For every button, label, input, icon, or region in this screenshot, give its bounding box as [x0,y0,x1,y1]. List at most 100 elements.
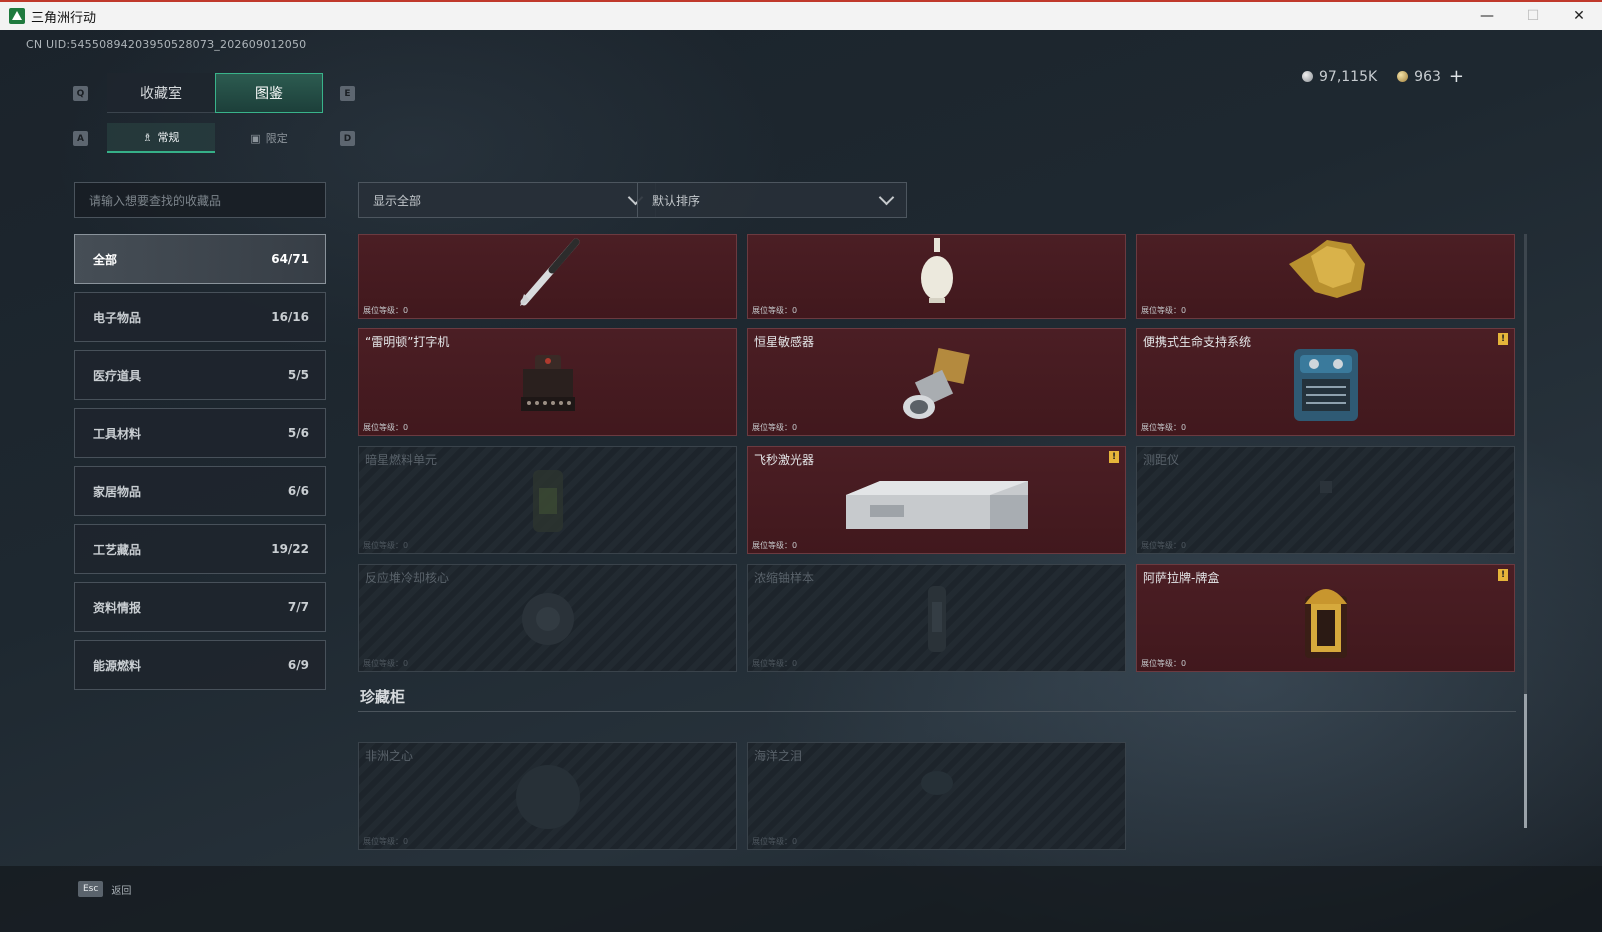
game-surface: CN UID:5455089420395052807З_202609012050… [0,30,1602,932]
subtab-limited[interactable]: ▣ 限定 [215,123,323,153]
category-electronics[interactable]: 电子物品 16/16 [74,292,326,342]
app-logo-icon [9,8,25,24]
collection-card[interactable]: 飞秒激光器 ! 展位等级：0 [747,446,1126,554]
gold-currency: 963 + [1397,66,1464,87]
silver-amount: 97,115K [1319,68,1378,85]
add-currency-button[interactable]: + [1449,66,1464,87]
gold-coin-icon [1397,71,1409,82]
card-name: 浓缩铀样本 [754,571,815,585]
back-button-label: 返回 [111,885,132,897]
showcase-section-title: 珍藏柜 [360,688,406,706]
minimize-button[interactable]: — [1464,2,1510,30]
back-button[interactable]: Esc 返回 [78,881,131,897]
star-sensor-item-icon [902,348,970,419]
window-controls: — ☐ ✕ [1464,2,1602,30]
category-intel[interactable]: 资料情报 7/7 [74,582,326,632]
collection-card[interactable]: 便携式生命支持系统 ! 展位等级：0 [1136,328,1515,436]
category-count: 7/7 [287,600,309,614]
sort-dropdown-value: 默认排序 [652,193,701,208]
subtab-next-key-hint: D [340,131,355,146]
tab-codex[interactable]: 图鉴 [215,73,323,113]
collection-card[interactable]: 阿萨拉牌-牌盒 ! 展位等级：0 [1136,564,1515,672]
category-list: 全部 64/71 电子物品 16/16 医疗道具 5/5 工具材料 5/6 家居… [74,234,326,698]
uranium-sample-item-icon [927,586,946,652]
collection-card[interactable]: 展位等级：0 [358,234,737,319]
image-icon: ▣ [250,131,261,145]
card-level: 展位等级：0 [363,659,409,668]
window-title: 三角洲行动 [31,10,97,26]
category-household[interactable]: 家居物品 6/6 [74,466,326,516]
tab-collection-room[interactable]: 收藏室 [107,73,215,113]
category-label: 全部 [93,252,118,267]
grid-scrollbar[interactable] [1524,234,1527,828]
collection-card[interactable]: 展位等级：0 [747,234,1126,319]
category-label: 工艺藏品 [93,542,142,557]
currency-bar: 97,115K 963 + [1302,66,1464,87]
category-label: 资料情报 [93,600,142,615]
collection-card[interactable]: 反应堆冷却核心 展位等级：0 [358,564,737,672]
category-energy[interactable]: 能源燃料 6/9 [74,640,326,690]
chevron-down-icon [878,189,895,205]
card-name: 恒星敏感器 [754,335,815,349]
typewriter-item-icon [520,355,575,411]
category-count: 19/22 [271,542,309,556]
subtab-regular[interactable]: ♗ 常规 [107,123,215,153]
card-name: 反应堆冷却核心 [365,571,450,585]
scrollbar-thumb[interactable] [1524,694,1527,828]
life-support-item-icon [1293,349,1358,421]
sort-dropdown[interactable]: 默认排序 [637,182,907,218]
card-name: “雷明顿”打字机 [365,335,450,349]
filter-dropdown[interactable]: 显示全部 [358,182,656,218]
card-level: 展位等级：0 [752,423,798,432]
card-name: 测距仪 [1143,453,1180,467]
figure-icon: ♗ [142,130,153,144]
category-crafts[interactable]: 工艺藏品 19/22 [74,524,326,574]
vase-item-icon [920,238,953,303]
category-count: 64/71 [271,252,309,266]
reactor-core-item-icon [521,593,574,645]
player-uid: CN UID:5455089420395052807З_202609012050 [26,38,307,51]
category-tools[interactable]: 工具材料 5/6 [74,408,326,458]
collection-card[interactable]: 展位等级：0 [1136,234,1515,319]
collection-card[interactable]: 暗星燃料单元 展位等级：0 [358,446,737,554]
card-level: 展位等级：0 [363,306,409,315]
collection-grid: 展位等级：0 展位等级：0 展位等级：0 “雷明顿”打字机 展位等级：0 恒星敏… [358,234,1520,878]
collection-card[interactable]: 海洋之泪 展位等级：0 [747,742,1126,850]
window-titlebar: 三角洲行动 — ☐ ✕ [0,0,1602,30]
category-label: 电子物品 [93,310,142,325]
collection-card[interactable]: “雷明顿”打字机 展位等级：0 [358,328,737,436]
card-level: 展位等级：0 [1141,306,1187,315]
pen-item-icon [519,238,579,306]
silver-coin-icon [1302,71,1313,82]
category-count: 6/6 [287,484,309,498]
card-level: 展位等级：0 [752,837,798,846]
card-name: 非洲之心 [365,749,414,763]
gold-amount: 963 [1414,68,1441,85]
close-button[interactable]: ✕ [1556,2,1602,30]
collection-card[interactable]: 测距仪 展位等级：0 [1136,446,1515,554]
ocean-tear-item-icon [920,771,953,795]
silver-currency: 97,115K [1302,69,1377,85]
collection-card[interactable]: 非洲之心 展位等级：0 [358,742,737,850]
card-name: 飞秒激光器 [754,453,815,467]
card-name: 暗星燃料单元 [365,453,438,467]
category-label: 能源燃料 [93,658,142,673]
maximize-button[interactable]: ☐ [1510,2,1556,30]
collection-card[interactable]: 恒星敏感器 展位等级：0 [747,328,1126,436]
africa-heart-item-icon [515,765,580,829]
search-input[interactable]: 请输入想要查找的收藏品 [74,182,326,218]
card-level: 展位等级：0 [752,659,798,668]
warning-badge: ! [1498,569,1508,581]
category-all[interactable]: 全部 64/71 [74,234,326,284]
card-level: 展位等级：0 [363,541,409,550]
card-level: 展位等级：0 [752,306,798,315]
main-tabs: 收藏室 图鉴 [107,73,323,113]
card-level: 展位等级：0 [1141,541,1187,550]
card-level: 展位等级：0 [752,541,798,550]
subtab-prev-key-hint: A [73,131,88,146]
filter-dropdown-value: 显示全部 [373,193,422,208]
collection-card[interactable]: 浓缩铀样本 展位等级：0 [747,564,1126,672]
category-medical[interactable]: 医疗道具 5/5 [74,350,326,400]
card-box-item-icon [1304,589,1347,658]
category-label: 家居物品 [93,484,142,499]
